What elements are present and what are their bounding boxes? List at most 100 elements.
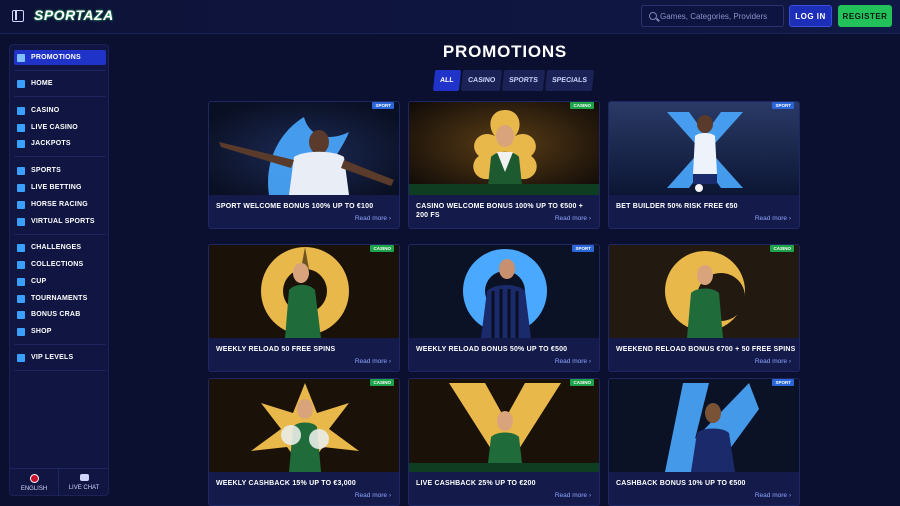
- crab-icon: [17, 310, 25, 319]
- casino-icon: [17, 106, 25, 115]
- chevron-right-icon: ›: [388, 492, 391, 499]
- promo-image: [409, 102, 599, 195]
- search-input[interactable]: [660, 6, 780, 26]
- sidebar-item-live-casino[interactable]: LIVE CASINO: [14, 120, 106, 135]
- sidebar-toggle-icon[interactable]: [12, 10, 24, 22]
- category-badge: CASINO: [570, 102, 594, 109]
- sidebar-item-home[interactable]: HOME: [14, 76, 106, 91]
- read-more-link[interactable]: Read more ›: [755, 492, 791, 499]
- tab-specials[interactable]: SPECIALS: [544, 70, 594, 91]
- read-more-link[interactable]: Read more ›: [755, 215, 791, 222]
- collections-icon: [17, 260, 25, 269]
- sidebar-item-cup[interactable]: CUP: [14, 274, 106, 289]
- promo-card[interactable]: CASINO LIVE CASHBACK 25% UP TO €200 Read…: [408, 378, 600, 506]
- read-more-link[interactable]: Read more ›: [355, 492, 391, 499]
- promo-image: [409, 379, 599, 472]
- diamond-icon: [17, 353, 25, 362]
- tab-sports[interactable]: SPORTS: [501, 70, 545, 91]
- read-more-link[interactable]: Read more ›: [555, 215, 591, 222]
- promo-title: SPORT WELCOME BONUS 100% UP TO €100: [216, 203, 374, 210]
- promo-image: [409, 245, 599, 338]
- challenges-icon: [17, 243, 25, 252]
- promo-title: CASHBACK BONUS 10% UP TO €500: [616, 480, 746, 487]
- sidebar-item-tournaments[interactable]: TOURNAMENTS: [14, 291, 106, 306]
- search-box[interactable]: [641, 5, 784, 27]
- promo-title: WEEKLY CASHBACK 15% UP TO €3,000: [216, 480, 356, 487]
- sidebar-item-label: LIVE BETTING: [31, 184, 82, 191]
- promo-card[interactable]: CASINO WEEKEND RELOAD BONUS €700 + 50 FR…: [608, 244, 800, 372]
- read-more-link[interactable]: Read more ›: [555, 492, 591, 499]
- search-icon: [649, 12, 657, 20]
- chevron-right-icon: ›: [588, 358, 591, 365]
- register-button[interactable]: REGISTER: [838, 5, 892, 27]
- promo-card[interactable]: SPORT SPORT WELCOME BONUS 100% UP TO €10…: [208, 101, 400, 229]
- read-more-label: Read more: [554, 215, 588, 222]
- read-more-label: Read more: [754, 215, 788, 222]
- promo-title: WEEKLY RELOAD BONUS 50% UP TO €500: [416, 346, 568, 353]
- sidebar-item-vip-levels[interactable]: VIP LEVELS: [14, 350, 106, 365]
- sidebar-item-promotions[interactable]: PROMOTIONS: [14, 50, 106, 65]
- sidebar-item-label: SHOP: [31, 328, 52, 335]
- language-selector[interactable]: ENGLISH: [10, 468, 59, 496]
- sidebar-item-horse-racing[interactable]: HORSE RACING: [14, 197, 106, 212]
- logo[interactable]: SPORTAZA: [34, 7, 114, 27]
- chat-icon: [79, 474, 89, 481]
- category-badge: CASINO: [570, 379, 594, 386]
- sidebar-item-bonus-crab[interactable]: BONUS CRAB: [14, 307, 106, 322]
- chevron-right-icon: ›: [788, 492, 791, 499]
- page-title: PROMOTIONS: [442, 42, 568, 61]
- category-badge: SPORT: [572, 245, 594, 252]
- read-more-link[interactable]: Read more ›: [555, 358, 591, 365]
- sidebar-item-virtual-sports[interactable]: VIRTUAL SPORTS: [14, 214, 106, 229]
- sidebar-item-sports[interactable]: SPORTS: [14, 163, 106, 178]
- divider: [14, 156, 106, 157]
- sidebar-item-collections[interactable]: COLLECTIONS: [14, 257, 106, 272]
- divider: [14, 344, 106, 345]
- shop-icon: [17, 327, 25, 336]
- promo-image: [609, 245, 799, 338]
- promo-title: BET BUILDER 50% RISK FREE €50: [616, 203, 738, 210]
- sidebar-item-label: BONUS CRAB: [31, 311, 81, 318]
- promo-card[interactable]: CASINO WEEKLY RELOAD 50 FREE SPINS Read …: [208, 244, 400, 372]
- sidebar-item-label: PROMOTIONS: [31, 54, 81, 61]
- login-button[interactable]: LOG IN: [789, 5, 832, 27]
- sidebar-item-label: JACKPOTS: [31, 140, 71, 147]
- cup-icon: [17, 277, 25, 286]
- promo-card[interactable]: SPORT BET BUILDER 50% RISK FREE €50 Read…: [608, 101, 800, 229]
- divider: [14, 96, 106, 97]
- read-more-link[interactable]: Read more ›: [355, 358, 391, 365]
- sidebar-item-label: HORSE RACING: [31, 201, 88, 208]
- sidebar-item-jackpots[interactable]: JACKPOTS: [14, 136, 106, 151]
- sidebar-item-live-betting[interactable]: LIVE BETTING: [14, 180, 106, 195]
- tournaments-icon: [17, 294, 25, 303]
- chevron-right-icon: ›: [588, 215, 591, 222]
- sidebar-item-label: CUP: [31, 278, 47, 285]
- promo-image: [609, 379, 799, 472]
- chevron-right-icon: ›: [588, 492, 591, 499]
- category-badge: CASINO: [770, 245, 794, 252]
- sidebar-item-label: SPORTS: [31, 167, 61, 174]
- category-badge: CASINO: [370, 245, 394, 252]
- jackpot-icon: [17, 139, 25, 148]
- sidebar-item-label: VIP LEVELS: [31, 354, 74, 361]
- live-chat-button[interactable]: LIVE CHAT: [59, 468, 109, 496]
- read-more-link[interactable]: Read more ›: [755, 358, 791, 365]
- home-icon: [17, 79, 25, 88]
- logo-text: SPORTAZA: [34, 7, 114, 23]
- chevron-right-icon: ›: [388, 215, 391, 222]
- promo-card[interactable]: SPORT WEEKLY RELOAD BONUS 50% UP TO €500…: [408, 244, 600, 372]
- sidebar: PROMOTIONS HOME CASINO LIVE CASINO JACKP…: [9, 44, 109, 496]
- promo-card[interactable]: CASINO CASINO WELCOME BONUS 100% UP TO €…: [408, 101, 600, 229]
- read-more-link[interactable]: Read more ›: [355, 215, 391, 222]
- sidebar-item-challenges[interactable]: CHALLENGES: [14, 240, 106, 255]
- read-more-label: Read more: [754, 492, 788, 499]
- sidebar-item-shop[interactable]: SHOP: [14, 324, 106, 339]
- promo-card[interactable]: SPORT CASHBACK BONUS 10% UP TO €500 Read…: [608, 378, 800, 506]
- sidebar-item-casino[interactable]: CASINO: [14, 103, 106, 118]
- language-label: ENGLISH: [20, 485, 48, 492]
- tab-casino[interactable]: CASINO: [460, 70, 502, 91]
- divider: [14, 234, 106, 235]
- category-badge: SPORT: [372, 102, 394, 109]
- tab-all[interactable]: ALL: [432, 70, 461, 91]
- promo-card[interactable]: CASINO WEEKLY CASHBACK 15% UP TO €3,000 …: [208, 378, 400, 506]
